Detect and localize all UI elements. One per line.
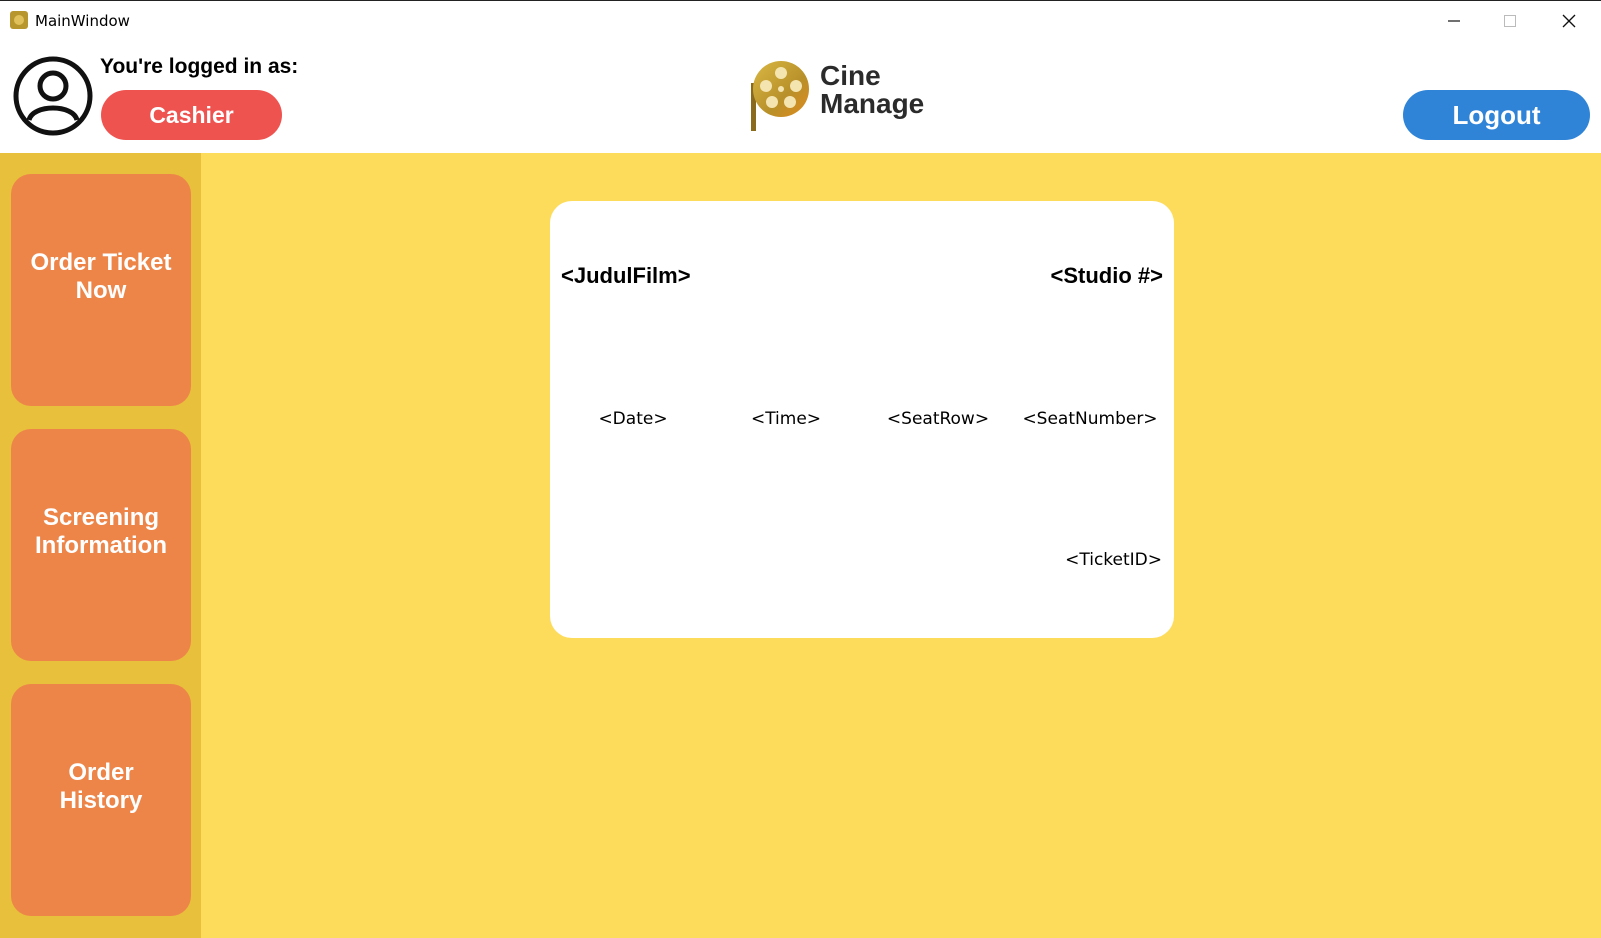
studio-number: <Studio #> [1050, 263, 1163, 288]
order-ticket-line1: Order Ticket [30, 249, 172, 276]
order-history-button[interactable]: Order History [11, 684, 191, 916]
ticket-date: <Date> [598, 409, 668, 429]
order-history-line2: History [59, 787, 143, 814]
sidebar: Order Ticket Now Screening Information O… [0, 153, 201, 938]
app-logo-text: Cine Manage [820, 62, 924, 118]
logout-button[interactable]: Logout [1403, 90, 1590, 140]
logged-in-label: You're logged in as: [100, 55, 299, 78]
film-reel-logo-icon [749, 59, 813, 138]
ticket-id: <TicketID> [1065, 550, 1162, 570]
main-window: MainWindow You're logged in as: Cashier [0, 0, 1601, 938]
close-icon [1562, 14, 1576, 28]
screening-information-label: Screening Information [35, 504, 167, 560]
ticket-time: <Time> [750, 409, 822, 429]
order-ticket-now-label: Order Ticket Now [31, 249, 172, 305]
user-avatar-icon [13, 56, 93, 141]
role-badge: Cashier [101, 90, 282, 140]
logo-line-manage: Manage [820, 88, 925, 119]
app-header: You're logged in as: Cashier Cine Manage… [0, 40, 1601, 153]
window-title: MainWindow [35, 12, 130, 30]
app-logo-icon [10, 11, 28, 29]
ticket-seat-row: <SeatRow> [886, 409, 990, 429]
order-ticket-line2: Now [75, 277, 127, 304]
logo-line-cine: Cine [820, 60, 881, 91]
order-history-line1: Order [68, 759, 134, 786]
minimize-icon [1448, 20, 1460, 22]
screening-information-button[interactable]: Screening Information [11, 429, 191, 661]
close-button[interactable] [1541, 1, 1597, 41]
screening-line1: Screening [42, 504, 160, 531]
title-bar: MainWindow [0, 0, 1601, 40]
screening-line2: Information [35, 532, 167, 559]
maximize-button[interactable] [1482, 1, 1538, 41]
ticket-card: <JudulFilm> <Studio #> <Date> <Time> <Se… [550, 201, 1174, 638]
order-ticket-now-button[interactable]: Order Ticket Now [11, 174, 191, 406]
main-content: Order Ticket Now Screening Information O… [0, 153, 1601, 938]
film-title: <JudulFilm> [561, 263, 691, 288]
order-history-label: Order History [60, 759, 143, 815]
minimize-button[interactable] [1426, 1, 1482, 41]
ticket-seat-number: <SeatNumber> [1022, 409, 1158, 429]
maximize-icon [1504, 15, 1516, 27]
